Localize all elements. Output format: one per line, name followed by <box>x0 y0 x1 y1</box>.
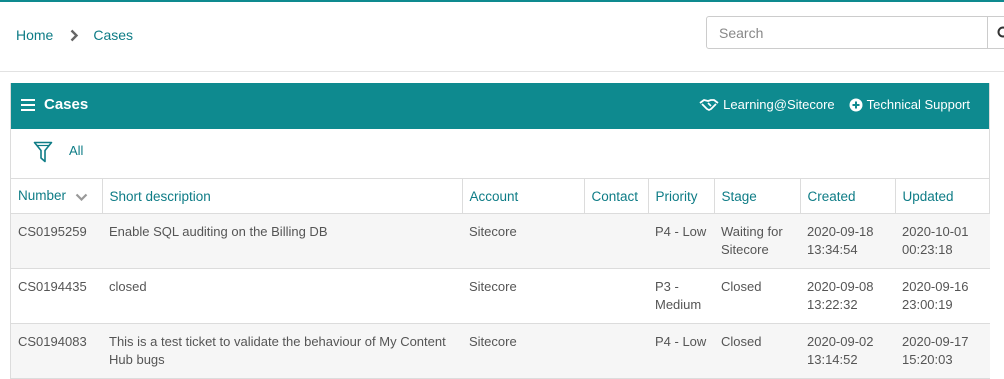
handshake-icon <box>699 98 719 111</box>
cell-account: Sitecore <box>462 323 584 379</box>
column-header-account[interactable]: Account <box>462 178 585 214</box>
cell-updated: 2020-10-01 00:23:18 <box>895 213 990 269</box>
learning-sitecore-label: Learning@Sitecore <box>723 97 835 112</box>
hamburger-menu-icon[interactable] <box>21 98 35 111</box>
cell-account: Sitecore <box>462 268 584 324</box>
learning-sitecore-link[interactable]: Learning@Sitecore <box>699 97 835 112</box>
funnel-icon[interactable] <box>33 141 53 163</box>
panel-header: Cases Learning@Sitecore Technical Suppor… <box>11 83 989 129</box>
table-row[interactable]: CS0195259 Enable SQL auditing on the Bil… <box>11 213 990 269</box>
panel-title: Cases <box>21 96 88 113</box>
table-row[interactable]: CS0194083 This is a test ticket to valid… <box>11 323 990 379</box>
header-divider <box>0 71 1004 72</box>
cell-updated: 2020-09-16 23:00:19 <box>895 268 990 324</box>
column-header-created[interactable]: Created <box>800 178 896 214</box>
cell-created: 2020-09-18 13:34:54 <box>800 213 895 269</box>
cell-number[interactable]: CS0194435 <box>11 268 102 324</box>
breadcrumb-home-link[interactable]: Home <box>16 27 53 43</box>
cases-table: Number Short description Account Contact… <box>11 178 990 379</box>
chevron-right-icon <box>70 29 79 42</box>
panel-title-text: Cases <box>44 96 89 113</box>
search-input[interactable] <box>707 17 987 48</box>
column-header-priority[interactable]: Priority <box>648 178 715 214</box>
cell-priority: P4 - Low <box>648 323 714 379</box>
filter-row: All <box>11 129 989 178</box>
search-box <box>706 16 988 49</box>
cell-short-description[interactable]: closed <box>102 268 462 324</box>
column-header-updated[interactable]: Updated <box>895 178 990 214</box>
table-header-row: Number Short description Account Contact… <box>11 178 990 214</box>
search-button[interactable] <box>987 16 1004 49</box>
column-header-contact[interactable]: Contact <box>584 178 649 214</box>
cell-contact <box>584 323 648 379</box>
cell-number[interactable]: CS0195259 <box>11 213 102 269</box>
cell-stage: Waiting for Sitecore <box>714 213 800 269</box>
cases-panel: Cases Learning@Sitecore Technical Suppor… <box>10 83 990 379</box>
breadcrumb-cases-link[interactable]: Cases <box>93 27 133 43</box>
cell-number[interactable]: CS0194083 <box>11 323 102 379</box>
breadcrumb: Home Cases <box>16 27 133 43</box>
plus-circle-icon <box>849 98 863 111</box>
column-header-short-description[interactable]: Short description <box>102 178 463 214</box>
cell-contact <box>584 213 648 269</box>
technical-support-link[interactable]: Technical Support <box>849 97 970 112</box>
cell-priority: P4 - Low <box>648 213 714 269</box>
cell-account: Sitecore <box>462 213 584 269</box>
chevron-down-icon[interactable] <box>75 189 88 204</box>
cell-contact <box>584 268 648 324</box>
header-links: Learning@Sitecore Technical Support <box>685 97 970 112</box>
cell-stage: Closed <box>714 268 800 324</box>
column-header-number[interactable]: Number <box>11 178 103 214</box>
column-header-stage[interactable]: Stage <box>714 178 801 214</box>
cell-created: 2020-09-02 13:14:52 <box>800 323 895 379</box>
cell-updated: 2020-09-17 15:20:03 <box>895 323 990 379</box>
cell-short-description[interactable]: This is a test ticket to validate the be… <box>102 323 462 379</box>
cell-stage: Closed <box>714 323 800 379</box>
cell-priority: P3 - Medium <box>648 268 714 324</box>
cell-created: 2020-09-08 13:22:32 <box>800 268 895 324</box>
cell-short-description[interactable]: Enable SQL auditing on the Billing DB <box>102 213 462 269</box>
top-accent-line <box>0 0 1004 2</box>
filter-all-breadcrumb[interactable]: All <box>69 143 83 158</box>
technical-support-label: Technical Support <box>866 97 970 112</box>
search-icon <box>997 26 1004 38</box>
table-row[interactable]: CS0194435 closed Sitecore P3 - Medium Cl… <box>11 268 990 324</box>
